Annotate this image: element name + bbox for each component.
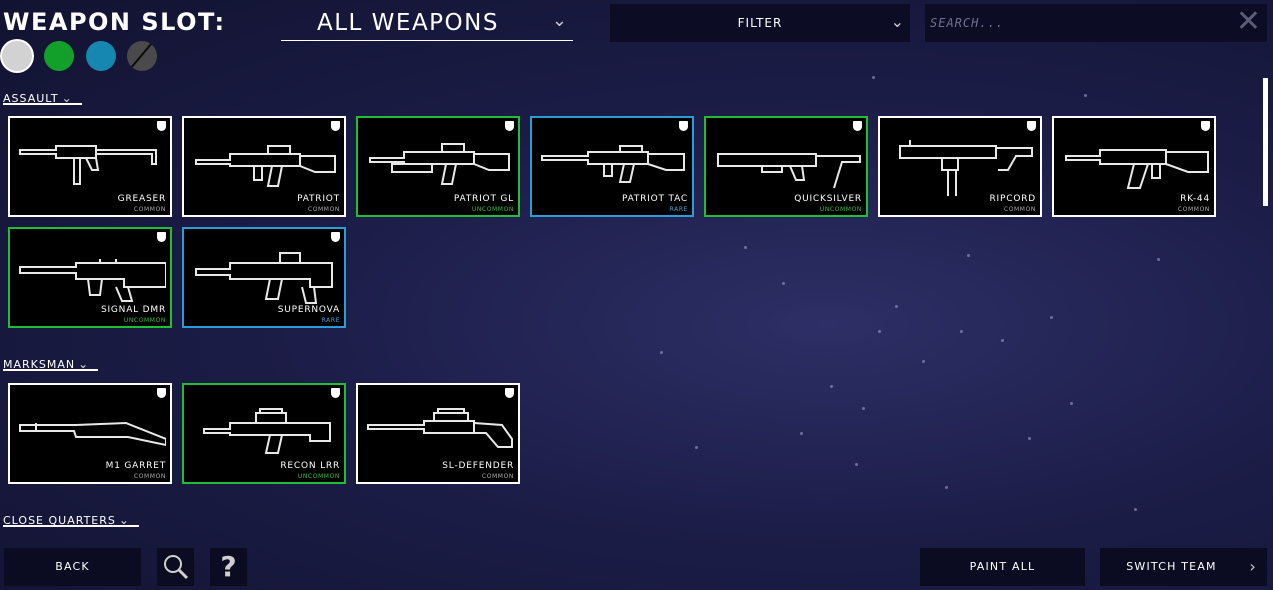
weapon-image [195,145,336,187]
weapon-rarity: RARE [321,317,340,324]
chevron-right-icon: › [1249,557,1257,576]
weapon-name: RIPCORD [989,194,1036,204]
shield-icon [157,232,166,242]
weapon-image [899,140,1033,196]
weapon-card-signal-dmr[interactable]: SIGNAL DMR UNCOMMON [8,227,172,328]
weapon-rarity: COMMON [1177,206,1210,213]
search-button[interactable] [157,548,194,586]
weapon-name: SUPERNOVA [277,305,340,315]
weapon-rarity: COMMON [481,473,514,480]
shield-icon [679,121,688,131]
weapon-name: PATRIOT GL [453,194,514,204]
weapon-image [369,143,510,185]
weapon-card-quicksilver[interactable]: QUICKSILVER UNCOMMON [704,116,868,217]
weapon-slot-label: WEAPON SLOT: [3,8,226,36]
question-mark-icon: ? [220,550,237,583]
weapon-name: GREASER [117,194,166,204]
weapon-card-rk-44[interactable]: RK-44 COMMON [1052,116,1216,217]
weapon-name: M1 GARRET [105,461,166,471]
chevron-down-icon: ⌄ [551,10,567,31]
weapon-name: PATRIOT TAC [621,194,688,204]
paint-all-button[interactable]: PAINT ALL [920,548,1085,586]
section-header-close-quarters[interactable]: CLOSE QUARTERS ⌄ [3,509,139,527]
weapon-image [717,153,861,189]
shield-icon [331,388,340,398]
weapon-slot-dropdown[interactable]: ALL WEAPONS ⌄ [281,4,573,41]
weapon-image [19,145,157,185]
weapon-rarity: UNCOMMON [471,206,514,213]
back-button[interactable]: BACK [4,548,141,586]
section-header-assault[interactable]: ASSAULT ⌄ [3,87,82,105]
paint-swatch-blue[interactable] [86,41,116,71]
search-icon [164,555,189,580]
paint-swatch-green[interactable] [44,41,74,71]
weapon-image [367,408,513,448]
switch-team-button[interactable]: SWITCH TEAM › [1100,548,1267,586]
weapon-image [19,421,166,447]
shield-icon [331,232,340,242]
weapon-card-recon-lrr[interactable]: RECON LRR UNCOMMON [182,383,346,484]
chevron-down-icon: ⌄ [78,357,89,371]
weapon-rarity: COMMON [1003,206,1036,213]
weapon-image [541,145,685,183]
weapon-image [203,408,331,454]
section-title: MARKSMAN [3,358,76,371]
weapon-rarity: COMMON [307,206,340,213]
shield-icon [157,388,166,398]
weapon-card-patriot-tac[interactable]: PATRIOT TAC RARE [530,116,694,217]
paint-swatch-none[interactable] [127,41,157,71]
weapon-image [19,259,166,302]
weapon-name: RECON LRR [280,461,340,471]
filter-label: FILTER [737,16,783,30]
weapon-image [1065,149,1209,189]
chevron-down-icon: ⌄ [890,12,904,31]
weapon-name: QUICKSILVER [794,194,862,204]
weapon-slot-value: ALL WEAPONS [317,10,499,36]
shield-icon [505,121,514,131]
section-title: CLOSE QUARTERS [3,514,116,527]
weapon-rarity: COMMON [133,473,166,480]
weapon-card-greaser[interactable]: GREASER COMMON [8,116,172,217]
chevron-down-icon: ⌄ [118,513,129,527]
shield-icon [505,388,514,398]
scrollbar-thumb[interactable] [1263,78,1268,206]
section-title: ASSAULT [3,92,59,105]
weapon-rarity: UNCOMMON [123,317,166,324]
weapon-rarity: UNCOMMON [297,473,340,480]
close-icon[interactable]: ✕ [1236,7,1261,37]
weapon-card-sl-defender[interactable]: SL-DEFENDER COMMON [356,383,520,484]
weapon-card-patriot-gl[interactable]: PATRIOT GL UNCOMMON [356,116,520,217]
shield-icon [331,121,340,131]
weapon-rarity: COMMON [133,206,166,213]
shield-icon [1027,121,1036,131]
weapon-card-m1-garret[interactable]: M1 GARRET COMMON [8,383,172,484]
filter-dropdown[interactable]: FILTER ⌄ [610,4,910,42]
weapon-image [195,252,333,304]
search-box: ✕ [925,4,1267,42]
weapon-rarity: RARE [669,206,688,213]
shield-icon [1201,121,1210,131]
weapon-name: SIGNAL DMR [100,305,166,315]
chevron-down-icon: ⌄ [61,91,72,105]
section-header-marksman[interactable]: MARKSMAN ⌄ [3,353,99,371]
switch-team-label: SWITCH TEAM [1126,560,1217,573]
weapon-card-supernova[interactable]: SUPERNOVA RARE [182,227,346,328]
weapon-name: RK-44 [1180,194,1210,204]
weapon-card-ripcord[interactable]: RIPCORD COMMON [878,116,1042,217]
weapon-name: PATRIOT [297,194,340,204]
weapon-rarity: UNCOMMON [819,206,862,213]
search-input[interactable] [925,4,1225,42]
weapon-name: SL-DEFENDER [442,461,514,471]
shield-icon [157,121,166,131]
weapon-card-patriot[interactable]: PATRIOT COMMON [182,116,346,217]
shield-icon [853,121,862,131]
paint-swatch-white[interactable] [2,41,32,71]
help-button[interactable]: ? [210,548,247,586]
